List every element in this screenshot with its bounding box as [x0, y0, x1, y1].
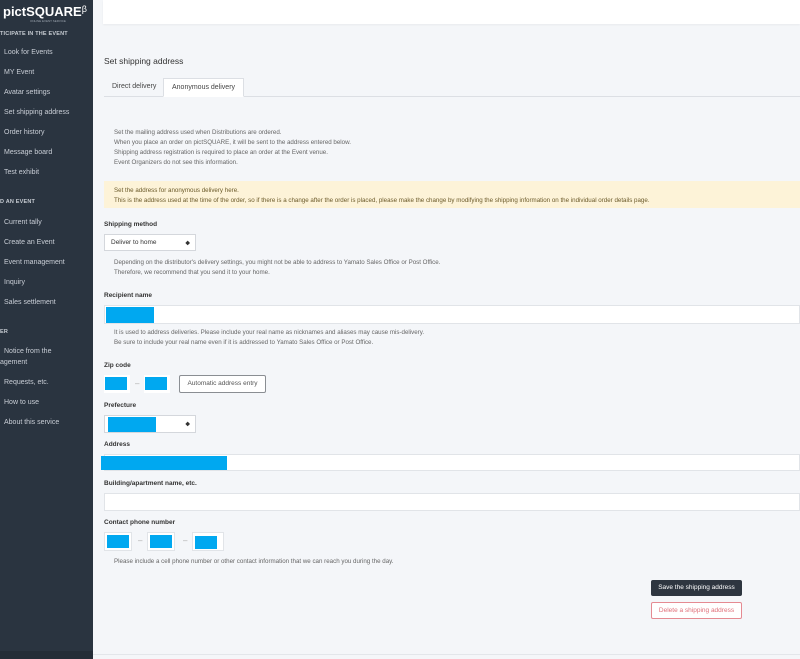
redacted-value [107, 535, 129, 548]
redacted-value [101, 456, 227, 470]
top-area [93, 0, 800, 33]
recipient-name-input[interactable] [104, 305, 800, 324]
redacted-value [150, 535, 172, 548]
select-arrows-icon: ◆ [185, 421, 190, 428]
prefecture-label: Prefecture [104, 402, 137, 409]
intro-line: Set the mailing address used when Distri… [114, 129, 282, 136]
sidebar-item-notice[interactable]: Notice from the [4, 348, 51, 355]
anonymous-notice: Set the address for anonymous delivery h… [104, 181, 800, 208]
help-line: Therefore, we recommend that you send it… [114, 269, 270, 276]
building-label: Building/apartment name, etc. [104, 480, 197, 487]
delete-shipping-address-button[interactable]: Delete a shipping address [651, 602, 742, 619]
sidebar-item-avatar-settings[interactable]: Avatar settings [4, 89, 50, 96]
recipient-name-label: Recipient name [104, 292, 153, 299]
phone-third-input[interactable] [192, 532, 224, 551]
sidebar-item-notice-cont[interactable]: agement [0, 359, 27, 366]
help-line: Be sure to include your real name even i… [114, 339, 374, 346]
intro-line: Shipping address registration is require… [114, 149, 328, 156]
sidebar-item-order-history[interactable]: Order history [4, 129, 44, 136]
zip-code-second-input[interactable] [144, 375, 170, 393]
sidebar-item-my-event[interactable]: MY Event [4, 69, 34, 76]
intro-text: Set the mailing address used when Distri… [114, 128, 351, 168]
sidebar-item-requests[interactable]: Requests, etc. [4, 379, 49, 386]
contact-phone-label: Contact phone number [104, 519, 176, 526]
sidebar-section-participate: TICIPATE IN THE EVENT [0, 31, 68, 37]
zip-code-first-input[interactable] [104, 375, 130, 393]
phone-first-input[interactable] [104, 532, 132, 551]
panel-bottom-divider [93, 654, 800, 655]
page-title: Set shipping address [104, 56, 184, 66]
sidebar: pictSQUAREβ ONLINE EVENT SERVICE TICIPAT… [0, 0, 93, 659]
prefecture-select[interactable]: ◆ [104, 415, 196, 433]
address-label: Address [104, 441, 131, 448]
sidebar-item-set-shipping-address[interactable]: Set shipping address [4, 109, 69, 116]
redacted-value [195, 536, 217, 549]
sidebar-item-event-management[interactable]: Event management [4, 259, 65, 266]
save-shipping-address-button[interactable]: Save the shipping address [651, 580, 742, 596]
redacted-value [108, 417, 156, 432]
shipping-method-value: Deliver to home [111, 239, 157, 246]
sidebar-item-look-for-events[interactable]: Look for Events [4, 49, 53, 56]
help-line: Depending on the distributor's delivery … [114, 259, 441, 266]
top-card [103, 0, 800, 24]
tab-anonymous-delivery[interactable]: Anonymous delivery [163, 78, 245, 97]
sidebar-footer [0, 651, 93, 659]
redacted-value [145, 377, 167, 390]
redacted-value [105, 377, 127, 390]
zip-dash: – [135, 379, 140, 388]
phone-help: Please include a cell phone number or ot… [114, 558, 394, 565]
automatic-address-entry-button[interactable]: Automatic address entry [179, 375, 266, 393]
sidebar-item-inquiry[interactable]: Inquiry [4, 279, 25, 286]
shipping-panel: Set shipping address Direct delivery Ano… [93, 46, 800, 659]
sidebar-item-how-to-use[interactable]: How to use [4, 399, 39, 406]
notice-line: This is the address used at the time of … [114, 197, 650, 204]
select-arrows-icon: ◆ [185, 240, 190, 246]
zip-code-label: Zip code [104, 362, 131, 369]
shipping-method-select[interactable]: Deliver to home ◆ [104, 234, 196, 251]
sidebar-item-test-exhibit[interactable]: Test exhibit [4, 169, 39, 176]
redacted-value [106, 307, 154, 323]
intro-line: When you place an order on pictSQUARE, i… [114, 139, 351, 146]
sidebar-item-about[interactable]: About this service [4, 419, 59, 426]
address-input[interactable] [101, 454, 800, 471]
logo-subtitle: ONLINE EVENT SERVICE [30, 19, 66, 23]
phone-dash-2: – [183, 536, 188, 545]
sidebar-item-current-tally[interactable]: Current tally [4, 219, 42, 226]
building-input[interactable] [104, 493, 800, 511]
sidebar-section-other: ER [0, 329, 9, 335]
sidebar-item-message-board[interactable]: Message board [4, 149, 52, 156]
sidebar-section-hold: D AN EVENT [0, 199, 36, 205]
recipient-name-help: It is used to address deliveries. Please… [114, 328, 424, 348]
phone-second-input[interactable] [147, 532, 175, 551]
help-line: It is used to address deliveries. Please… [114, 329, 425, 336]
sidebar-item-create-event[interactable]: Create an Event [4, 239, 55, 246]
shipping-method-label: Shipping method [104, 221, 158, 228]
notice-line: Set the address for anonymous delivery h… [114, 187, 239, 194]
intro-line: Event Organizers do not see this informa… [114, 159, 238, 166]
shipping-method-help: Depending on the distributor's delivery … [114, 258, 440, 278]
app-logo[interactable]: pictSQUAREβ [3, 4, 87, 19]
sidebar-item-sales-settlement[interactable]: Sales settlement [4, 299, 56, 306]
phone-dash-1: – [138, 536, 143, 545]
tab-direct-delivery[interactable]: Direct delivery [104, 78, 164, 97]
